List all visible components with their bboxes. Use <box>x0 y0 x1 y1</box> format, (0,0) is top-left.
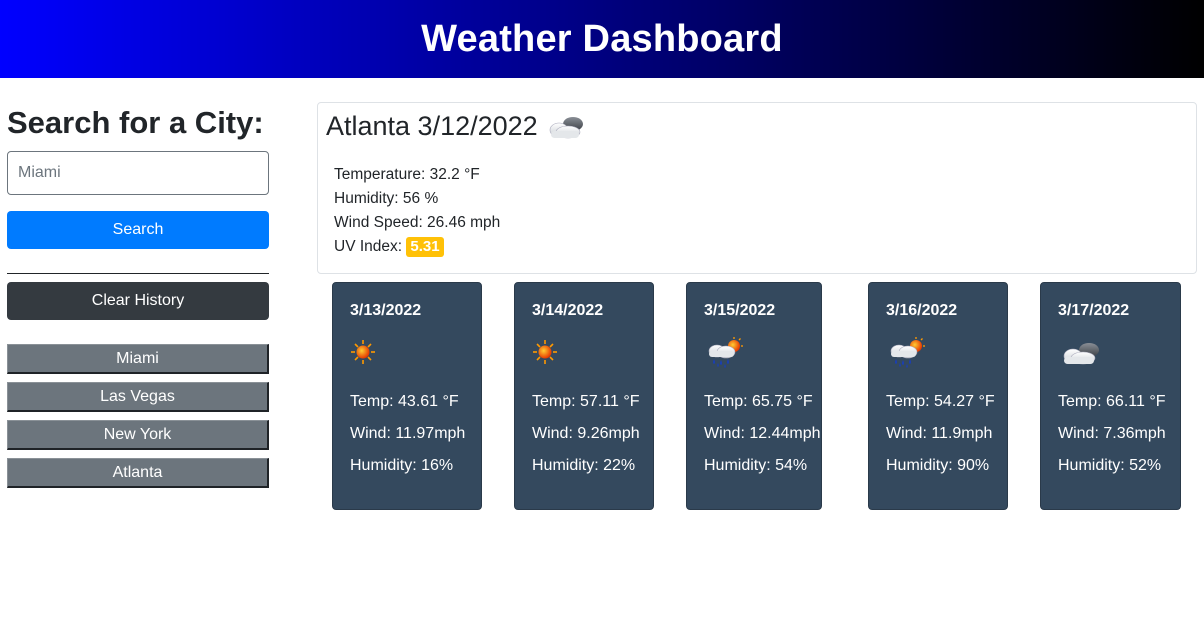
history-item-new-york[interactable]: New York <box>7 420 269 450</box>
search-button[interactable]: Search <box>7 211 269 249</box>
forecast-card: 3/15/2022 Temp: 65.75 °F Wind: 12.44mph … <box>686 282 822 510</box>
forecast-card: 3/17/2022 Temp: 66.11 °F Wind: 7.36mph H… <box>1040 282 1181 510</box>
forecast-card: 3/16/2022 Temp: 54.27 °F Wind: 11.9mph H… <box>868 282 1008 510</box>
forecast-card: 3/14/2022 Temp: 57.11 °F Wind: 9.26mph H… <box>514 282 654 510</box>
forecast-temp: Temp: 54.27 °F <box>886 393 995 410</box>
history-item-miami[interactable]: Miami <box>7 344 269 374</box>
current-weather-stats: Temperature: 32.2 °F Humidity: 56 % Wind… <box>334 163 500 259</box>
sun-icon <box>350 337 396 369</box>
app-header: Weather Dashboard <box>0 0 1204 78</box>
cloudy-icon <box>1058 337 1104 369</box>
rain-sun-icon <box>886 337 932 369</box>
forecast-date: 3/15/2022 <box>704 302 776 319</box>
forecast-humidity: Humidity: 52% <box>1058 457 1162 474</box>
forecast-wind: Wind: 12.44mph <box>704 425 821 442</box>
forecast-wind: Wind: 11.97mph <box>350 425 466 442</box>
current-city-date: Atlanta 3/12/2022 <box>326 111 538 141</box>
current-temperature: Temperature: 32.2 °F <box>334 166 480 183</box>
page-title: Weather Dashboard <box>421 17 783 60</box>
current-humidity: Humidity: 56 % <box>334 190 439 207</box>
search-sidebar: Search for a City: Search Clear History … <box>7 100 269 496</box>
cloudy-icon <box>544 113 588 141</box>
forecast-card: 3/13/2022 Temp: 43.61 °F Wind: 11.97mph … <box>332 282 482 510</box>
forecast-date: 3/16/2022 <box>886 302 958 319</box>
forecast-temp: Temp: 65.75 °F <box>704 393 813 410</box>
forecast-temp: Temp: 43.61 °F <box>350 393 459 410</box>
forecast-wind: Wind: 9.26mph <box>532 425 640 442</box>
sun-icon <box>532 337 578 369</box>
forecast-humidity: Humidity: 90% <box>886 457 990 474</box>
forecast-humidity: Humidity: 16% <box>350 457 454 474</box>
search-history-list: Miami Las Vegas New York Atlanta <box>7 344 269 488</box>
search-heading: Search for a City: <box>7 105 264 140</box>
forecast-humidity: Humidity: 22% <box>532 457 636 474</box>
forecast-temp: Temp: 66.11 °F <box>1058 393 1166 410</box>
current-weather-card: Atlanta 3/12/2022 Temperature: 32.2 °F H… <box>317 102 1197 274</box>
forecast-date: 3/14/2022 <box>532 302 604 319</box>
forecast-wind: Wind: 11.9mph <box>886 425 993 442</box>
current-weather-title: Atlanta 3/12/2022 <box>326 111 588 142</box>
history-item-las-vegas[interactable]: Las Vegas <box>7 382 269 412</box>
forecast-date: 3/17/2022 <box>1058 302 1130 319</box>
city-search-input[interactable] <box>7 151 269 195</box>
rain-sun-icon <box>704 337 750 369</box>
history-item-atlanta[interactable]: Atlanta <box>7 458 269 488</box>
forecast-wind: Wind: 7.36mph <box>1058 425 1166 442</box>
uv-index-label: UV Index: <box>334 238 403 255</box>
forecast-temp: Temp: 57.11 °F <box>532 393 640 410</box>
forecast-humidity: Humidity: 54% <box>704 457 808 474</box>
sidebar-divider <box>7 273 269 274</box>
clear-history-button[interactable]: Clear History <box>7 282 269 320</box>
uv-index-badge: 5.31 <box>406 237 444 257</box>
forecast-date: 3/13/2022 <box>350 302 422 319</box>
current-uv-index: UV Index: 5.31 <box>334 235 500 259</box>
current-wind-speed: Wind Speed: 26.46 mph <box>334 214 501 231</box>
